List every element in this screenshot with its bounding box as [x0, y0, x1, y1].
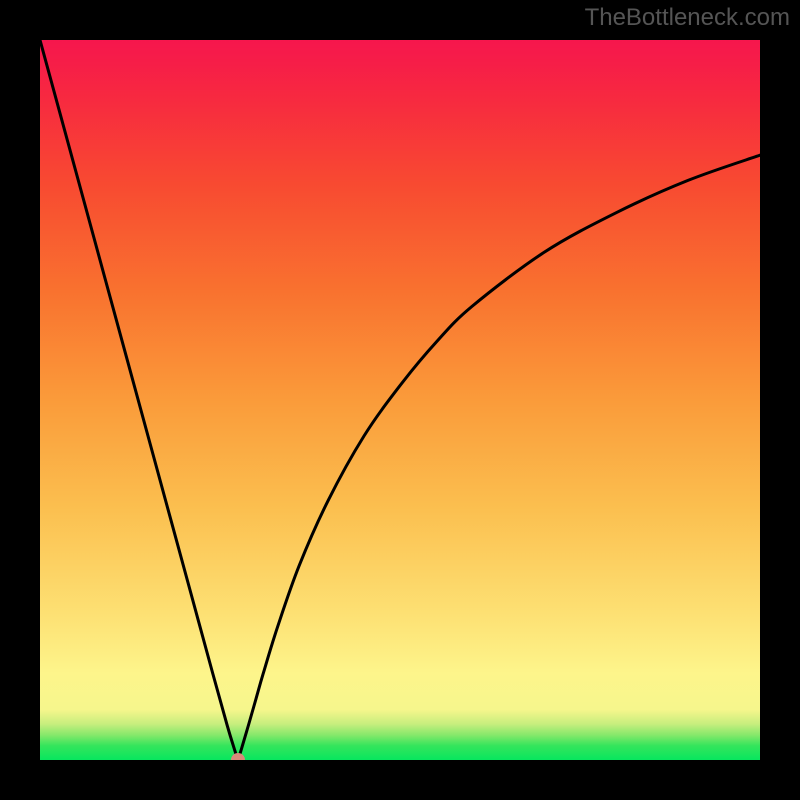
- plot-background: [40, 40, 760, 760]
- chart-frame: TheBottleneck.com: [0, 0, 800, 800]
- bottleneck-chart: [40, 40, 760, 760]
- watermark-text: TheBottleneck.com: [585, 4, 790, 32]
